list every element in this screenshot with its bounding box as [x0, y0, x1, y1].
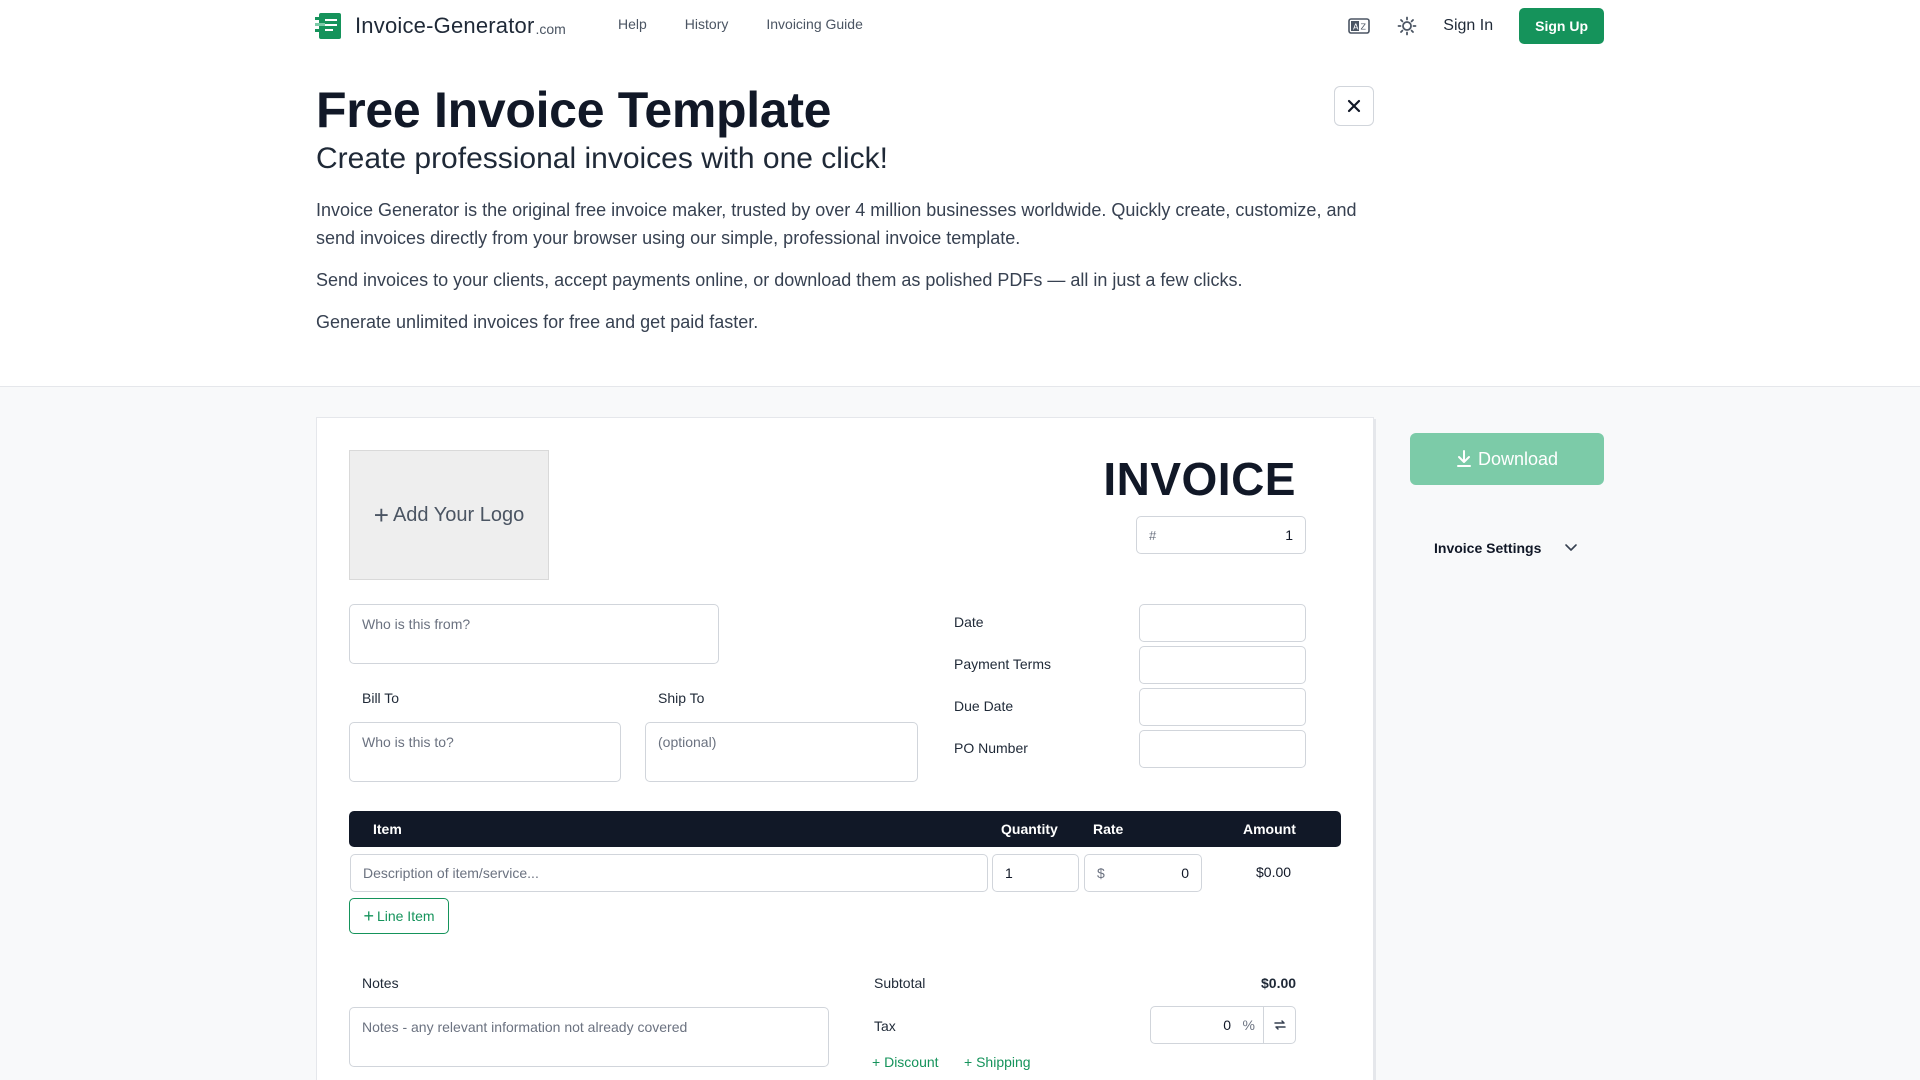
invoice-number-input[interactable]: # 1: [1136, 516, 1306, 554]
add-line-item-label: Line Item: [376, 908, 435, 924]
subtotal-value: $0.00: [1261, 975, 1297, 991]
plus-icon: +: [964, 1054, 977, 1070]
ship-to-field[interactable]: (optional): [645, 722, 918, 782]
brand-logo[interactable]: Invoice-Generator .com: [315, 10, 566, 42]
add-discount-link[interactable]: + Discount: [872, 1054, 939, 1070]
bill-to-field[interactable]: Who is this to?: [349, 722, 621, 782]
po-number-input[interactable]: [1139, 730, 1306, 768]
hero-paragraph-3: Generate unlimited invoices for free and…: [316, 312, 759, 332]
bill-to-label: Bill To: [362, 690, 400, 706]
download-label: Download: [1477, 448, 1559, 469]
plus-icon: +: [363, 906, 374, 926]
document-logo-icon: [315, 11, 349, 41]
swap-icon[interactable]: [1263, 1007, 1295, 1043]
rate-value: 0: [1181, 865, 1189, 881]
sign-in-link[interactable]: Sign In: [1443, 17, 1493, 35]
header-item: Item: [373, 821, 402, 837]
invoice-heading[interactable]: INVOICE: [1100, 452, 1296, 506]
hero-paragraph-1: Invoice Generator is the original free i…: [316, 200, 1357, 248]
add-logo-button[interactable]: + Add Your Logo: [349, 450, 549, 580]
sign-up-button[interactable]: Sign Up: [1519, 8, 1604, 44]
date-input[interactable]: [1139, 604, 1306, 642]
brand-suffix: .com: [535, 20, 566, 37]
item-description-input[interactable]: Description of item/service...: [350, 854, 988, 892]
hero-section: Free Invoice Template Create professiona…: [316, 80, 1376, 336]
tax-label: Tax: [874, 1018, 896, 1034]
plus-icon: +: [373, 500, 389, 530]
download-button[interactable]: Download: [1410, 433, 1604, 485]
shipping-label: Shipping: [976, 1054, 1031, 1070]
tax-unit: %: [1242, 1017, 1255, 1033]
theme-sun-icon[interactable]: [1391, 10, 1423, 42]
due-date-label: Due Date: [954, 698, 1014, 714]
language-icon[interactable]: A Z: [1343, 10, 1375, 42]
invoice-settings-toggle[interactable]: Invoice Settings: [1434, 540, 1541, 556]
top-header: Invoice-Generator .com Help History Invo…: [0, 0, 1920, 52]
nav-history[interactable]: History: [685, 16, 729, 32]
from-field[interactable]: Who is this from?: [349, 604, 719, 664]
svg-text:A: A: [1353, 23, 1359, 32]
line-items-header: Item Quantity Rate Amount: [349, 811, 1341, 847]
close-icon: [1347, 99, 1361, 113]
date-label: Date: [954, 614, 984, 630]
header-quantity: Quantity: [1001, 821, 1058, 837]
payment-terms-label: Payment Terms: [954, 656, 1051, 672]
header-amount: Amount: [1243, 821, 1296, 837]
notes-field[interactable]: Notes - any relevant information not alr…: [349, 1007, 829, 1067]
download-icon: [1456, 450, 1471, 467]
invoice-number-prefix: #: [1149, 527, 1157, 543]
item-quantity-input[interactable]: 1: [992, 854, 1079, 892]
item-rate-input[interactable]: $ 0: [1084, 854, 1202, 892]
tax-input[interactable]: 0 %: [1150, 1006, 1296, 1044]
hero-paragraph-2: Send invoices to your clients, accept pa…: [316, 270, 1243, 290]
page-title: Free Invoice Template: [316, 82, 832, 138]
plus-icon: +: [872, 1054, 885, 1070]
due-date-input[interactable]: [1139, 688, 1306, 726]
ship-to-label: Ship To: [658, 690, 705, 706]
add-shipping-link[interactable]: + Shipping: [964, 1054, 1031, 1070]
discount-label: Discount: [884, 1054, 939, 1070]
brand-name: Invoice-Generator: [355, 13, 535, 38]
add-line-item-button[interactable]: + Line Item: [349, 898, 449, 934]
nav-invoicing-guide[interactable]: Invoicing Guide: [766, 16, 863, 32]
close-hero-button[interactable]: [1334, 86, 1374, 126]
header-rate: Rate: [1093, 821, 1124, 837]
svg-text:Z: Z: [1361, 23, 1367, 32]
po-number-label: PO Number: [954, 740, 1028, 756]
subtotal-label: Subtotal: [874, 975, 926, 991]
add-logo-label: Add Your Logo: [392, 503, 525, 526]
payment-terms-input[interactable]: [1139, 646, 1306, 684]
chevron-down-icon[interactable]: [1564, 540, 1578, 559]
item-amount: $0.00: [1256, 864, 1292, 880]
rate-currency: $: [1097, 865, 1105, 881]
invoice-number-value: 1: [1285, 527, 1293, 543]
nav-help[interactable]: Help: [618, 16, 647, 32]
notes-label: Notes: [362, 975, 399, 991]
tax-value: 0: [1223, 1017, 1231, 1033]
main-nav: Help History Invoicing Guide: [618, 16, 901, 32]
page-subtitle: Create professional invoices with one cl…: [316, 142, 888, 175]
header-actions: A Z Sign In Sign Up: [1343, 8, 1604, 44]
